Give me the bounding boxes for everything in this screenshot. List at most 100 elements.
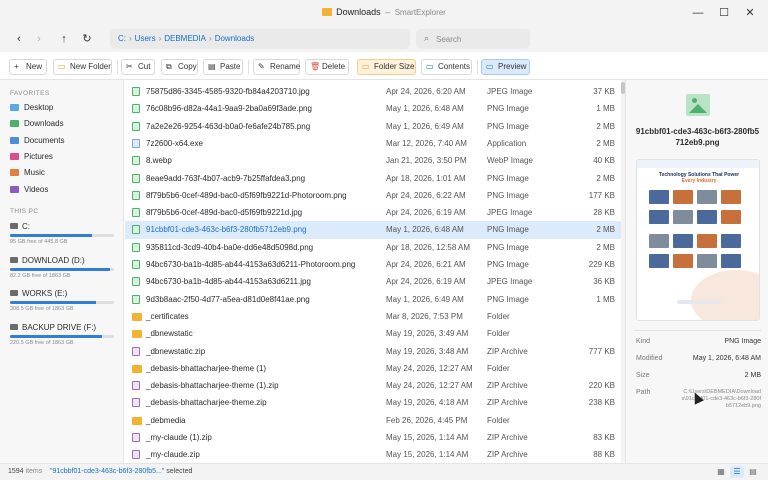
file-row[interactable]: 7a2e2e26-9254-463d-b0a0-fe6afe24b785.png… — [125, 118, 621, 135]
file-row[interactable]: _debasis-bhattacharjee-theme (1).zip May … — [125, 377, 621, 394]
grid-view-icon[interactable]: ▦ — [714, 466, 728, 478]
file-row[interactable]: 8f79b5b6-0cef-489d-bac0-d5f69fb9221d.jpg… — [125, 204, 621, 221]
folder-icon — [322, 8, 333, 16]
file-row[interactable]: _debasis-bhattacharjee-theme.zip May 19, … — [125, 394, 621, 411]
file-type: PNG Image — [487, 173, 529, 183]
breadcrumb-item[interactable]: Users — [135, 34, 156, 43]
file-size: 229 KB — [588, 260, 615, 269]
title-bar: Downloads – SmartExplorer — ☐ ✕ — [0, 0, 768, 26]
file-date: Apr 18, 2026, 12:58 AM — [386, 242, 471, 252]
paste-button[interactable]: ▤ Paste — [203, 59, 243, 75]
breadcrumb-item[interactable]: DEBMEDIA — [164, 34, 206, 43]
file-row[interactable]: _my-claude (1).zip May 15, 2026, 1:14 AM Z… — [125, 429, 621, 446]
drive-name: WORKS (E:) — [10, 289, 114, 298]
sidebar-item-music[interactable]: Music — [10, 166, 114, 180]
folder-icon — [10, 104, 19, 111]
toolbar-divider — [248, 60, 249, 74]
details-view-icon[interactable]: ▤ — [746, 466, 760, 478]
file-list: 75875d86-3345-4585-9320-fb84a4203710.jpg… — [125, 80, 621, 463]
rename-button[interactable]: ✎ Rename — [253, 59, 300, 75]
file-row[interactable]: 76c08b96-d82a-44a1-9aa9-2ba0a69f3ade.png… — [125, 100, 621, 117]
folder-icon — [132, 416, 142, 425]
contents-button[interactable]: ▭ Contents — [421, 59, 472, 75]
this-pc-header: THIS PC — [10, 208, 39, 215]
pencil-icon: ✎ — [258, 62, 265, 71]
file-size: 2 MB — [596, 173, 615, 183]
file-row[interactable]: _debmedia Feb 26, 2026, 4:45 PM Folder — [125, 412, 621, 429]
item-count: 1594 items — [8, 468, 43, 475]
folder-icon — [10, 152, 19, 160]
file-row[interactable]: 8.webp Jan 21, 2026, 3:50 PM WebP Image 40 … — [125, 152, 621, 169]
cut-button[interactable]: ✂ Cut — [121, 59, 155, 75]
drive-item[interactable]: DOWNLOAD (D:) 82.2 GB free of 1863 GB — [10, 256, 114, 279]
file-size: 777 KB — [588, 346, 615, 356]
close-button[interactable]: ✕ — [742, 5, 758, 21]
up-button[interactable]: ↑ — [56, 31, 72, 47]
file-row[interactable]: 75875d86-3345-4585-9320-fb84a4203710.jpg… — [125, 83, 621, 100]
sidebar-item-desktop[interactable]: Desktop — [10, 101, 114, 115]
file-type: PNG Image — [487, 225, 529, 235]
back-button[interactable]: ‹ — [11, 31, 27, 47]
drive-item[interactable]: C: 95 GB free of 445.8 GB — [10, 222, 114, 245]
file-size: 177 KB — [588, 190, 615, 200]
file-row[interactable]: 91cbbf01-cde3-463c-b6f3-280fb5712eb9.png… — [125, 221, 621, 239]
file-name: _dbnewstatic.zip — [146, 346, 206, 356]
breadcrumb-item[interactable]: C: — [118, 34, 126, 43]
image-file-icon — [132, 208, 140, 218]
search-box[interactable]: ⌕ — [416, 29, 530, 49]
sidebar-item-downloads[interactable]: Downloads — [10, 117, 114, 131]
app-name: SmartExplorer — [394, 8, 446, 17]
file-row[interactable]: 8eae9add-763f-4b07-acb9-7b25ffafdea3.png… — [125, 170, 621, 187]
forward-button[interactable]: › — [31, 31, 47, 47]
file-date: May 24, 2026, 12:27 AM — [386, 363, 473, 373]
file-size: 1 MB — [596, 104, 615, 114]
sidebar: FAVORITES Desktop Downloads Documents Pictu… — [0, 80, 124, 463]
sidebar-item-documents[interactable]: Documents — [10, 134, 114, 148]
file-row[interactable]: _debasis-bhattacharjee-theme (1) May 24, … — [125, 360, 621, 377]
file-type: PNG Image — [487, 121, 529, 131]
folder-size-button[interactable]: ▭ Folder Size — [357, 59, 416, 75]
folder-icon — [132, 312, 142, 321]
file-size: 88 KB — [593, 450, 615, 460]
minimize-button[interactable]: — — [690, 5, 706, 21]
new-folder-button[interactable]: ▭ New Folder — [53, 59, 112, 75]
preview-button[interactable]: ▭ Preview — [481, 59, 530, 75]
drive-name: C: — [10, 222, 114, 231]
new-button[interactable]: + New — [9, 59, 47, 75]
list-view-icon[interactable]: ☰ — [730, 466, 744, 478]
file-row[interactable]: _dbnewstatic.zip May 19, 2026, 3:48 AM ZIP… — [125, 343, 621, 360]
file-row[interactable]: 935811cd-3cd9-40b4-ba0e-dd6e48d5098d.png… — [125, 239, 621, 256]
maximize-button[interactable]: ☐ — [716, 5, 732, 21]
file-row[interactable]: _certificates Mar 8, 2026, 7:53 PM Folder — [125, 308, 621, 325]
file-date: Apr 24, 2026, 6:20 AM — [386, 87, 466, 96]
file-row[interactable]: 8f79b5b6-0cef-489d-bac0-d5f69fb9221d-Pho… — [125, 187, 621, 204]
image-file-icon — [132, 156, 140, 166]
file-row[interactable]: _dbnewstatic May 19, 2026, 3:49 AM Folder — [125, 325, 621, 342]
sidebar-item-label: Desktop — [24, 103, 54, 112]
file-name: _certificates — [146, 311, 189, 321]
copy-button[interactable]: ⧉ Copy — [161, 59, 198, 75]
contents-icon: ▭ — [426, 62, 434, 71]
folder-icon — [132, 330, 142, 339]
file-row[interactable]: 94bc6730-ba1b-4d85-ab44-4153a63d6211-Pho… — [125, 256, 621, 273]
breadcrumb-item[interactable]: Downloads — [215, 34, 255, 43]
refresh-button[interactable]: ↻ — [79, 31, 95, 47]
delete-button[interactable]: 🗑 Delete — [305, 59, 349, 75]
file-row[interactable]: 9d3b8aac-2f50-4d77-a5ea-d81d0e8f41ae.png… — [125, 291, 621, 308]
search-input[interactable] — [436, 32, 524, 46]
sidebar-item-pictures[interactable]: Pictures — [10, 150, 114, 164]
file-row[interactable]: _my-claude.zip May 15, 2026, 1:14 AM ZIP A… — [125, 446, 621, 463]
image-file-icon — [132, 242, 140, 252]
file-size: 2 MB — [596, 138, 615, 148]
file-date: Mar 12, 2026, 7:40 AM — [386, 138, 467, 148]
toolbar-divider — [117, 60, 118, 74]
folder-icon — [10, 136, 19, 144]
file-row[interactable]: 7z2600-x64.exe Mar 12, 2026, 7:40 AM Appli… — [125, 135, 621, 152]
file-row[interactable]: 94bc6730-ba1b-4d85-ab44-4153a63d6211.jpg… — [125, 273, 621, 290]
sidebar-item-videos[interactable]: Videos — [10, 183, 114, 197]
address-bar[interactable]: C: › Users › DEBMEDIA › Downloads — [110, 29, 410, 49]
drive-free-space: 95 GB free of 445.8 GB — [10, 239, 68, 245]
window-title: Downloads – SmartExplorer — [0, 7, 768, 17]
drive-item[interactable]: WORKS (E:) 308.5 GB free of 1863 GB — [10, 289, 114, 312]
drive-item[interactable]: BACKUP DRIVE (F:) 220.5 GB free of 1863 G… — [10, 323, 114, 346]
